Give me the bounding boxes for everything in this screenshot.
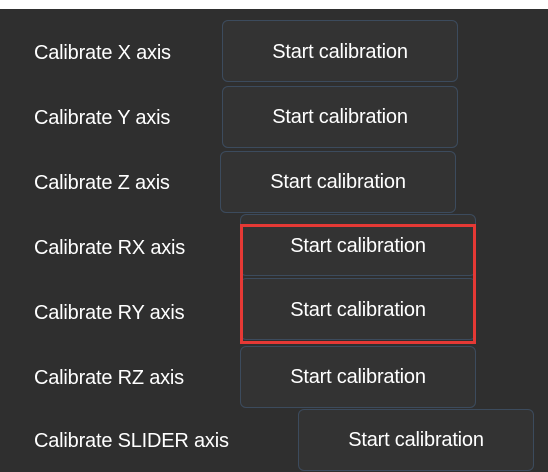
start-calibration-z-button[interactable]: Start calibration: [220, 151, 456, 213]
start-calibration-slider-button[interactable]: Start calibration: [298, 409, 534, 471]
calibrate-rx-axis-label: Calibrate RX axis: [34, 237, 186, 259]
start-calibration-rz-button[interactable]: Start calibration: [240, 346, 476, 408]
calibrate-ry-axis-label: Calibrate RY axis: [34, 302, 185, 324]
calibrate-y-axis-label: Calibrate Y axis: [34, 107, 171, 129]
calibrate-rz-axis-label: Calibrate RZ axis: [34, 367, 184, 389]
start-calibration-ry-button[interactable]: Start calibration: [240, 278, 476, 340]
start-calibration-rx-button[interactable]: Start calibration: [240, 214, 476, 276]
calibrate-z-axis-label: Calibrate Z axis: [34, 172, 170, 194]
calibrate-x-axis-label: Calibrate X axis: [34, 42, 171, 64]
top-white-strip: [0, 0, 548, 9]
start-calibration-x-button[interactable]: Start calibration: [222, 20, 458, 82]
start-calibration-y-button[interactable]: Start calibration: [222, 86, 458, 148]
calibrate-slider-axis-label: Calibrate SLIDER axis: [34, 430, 229, 452]
